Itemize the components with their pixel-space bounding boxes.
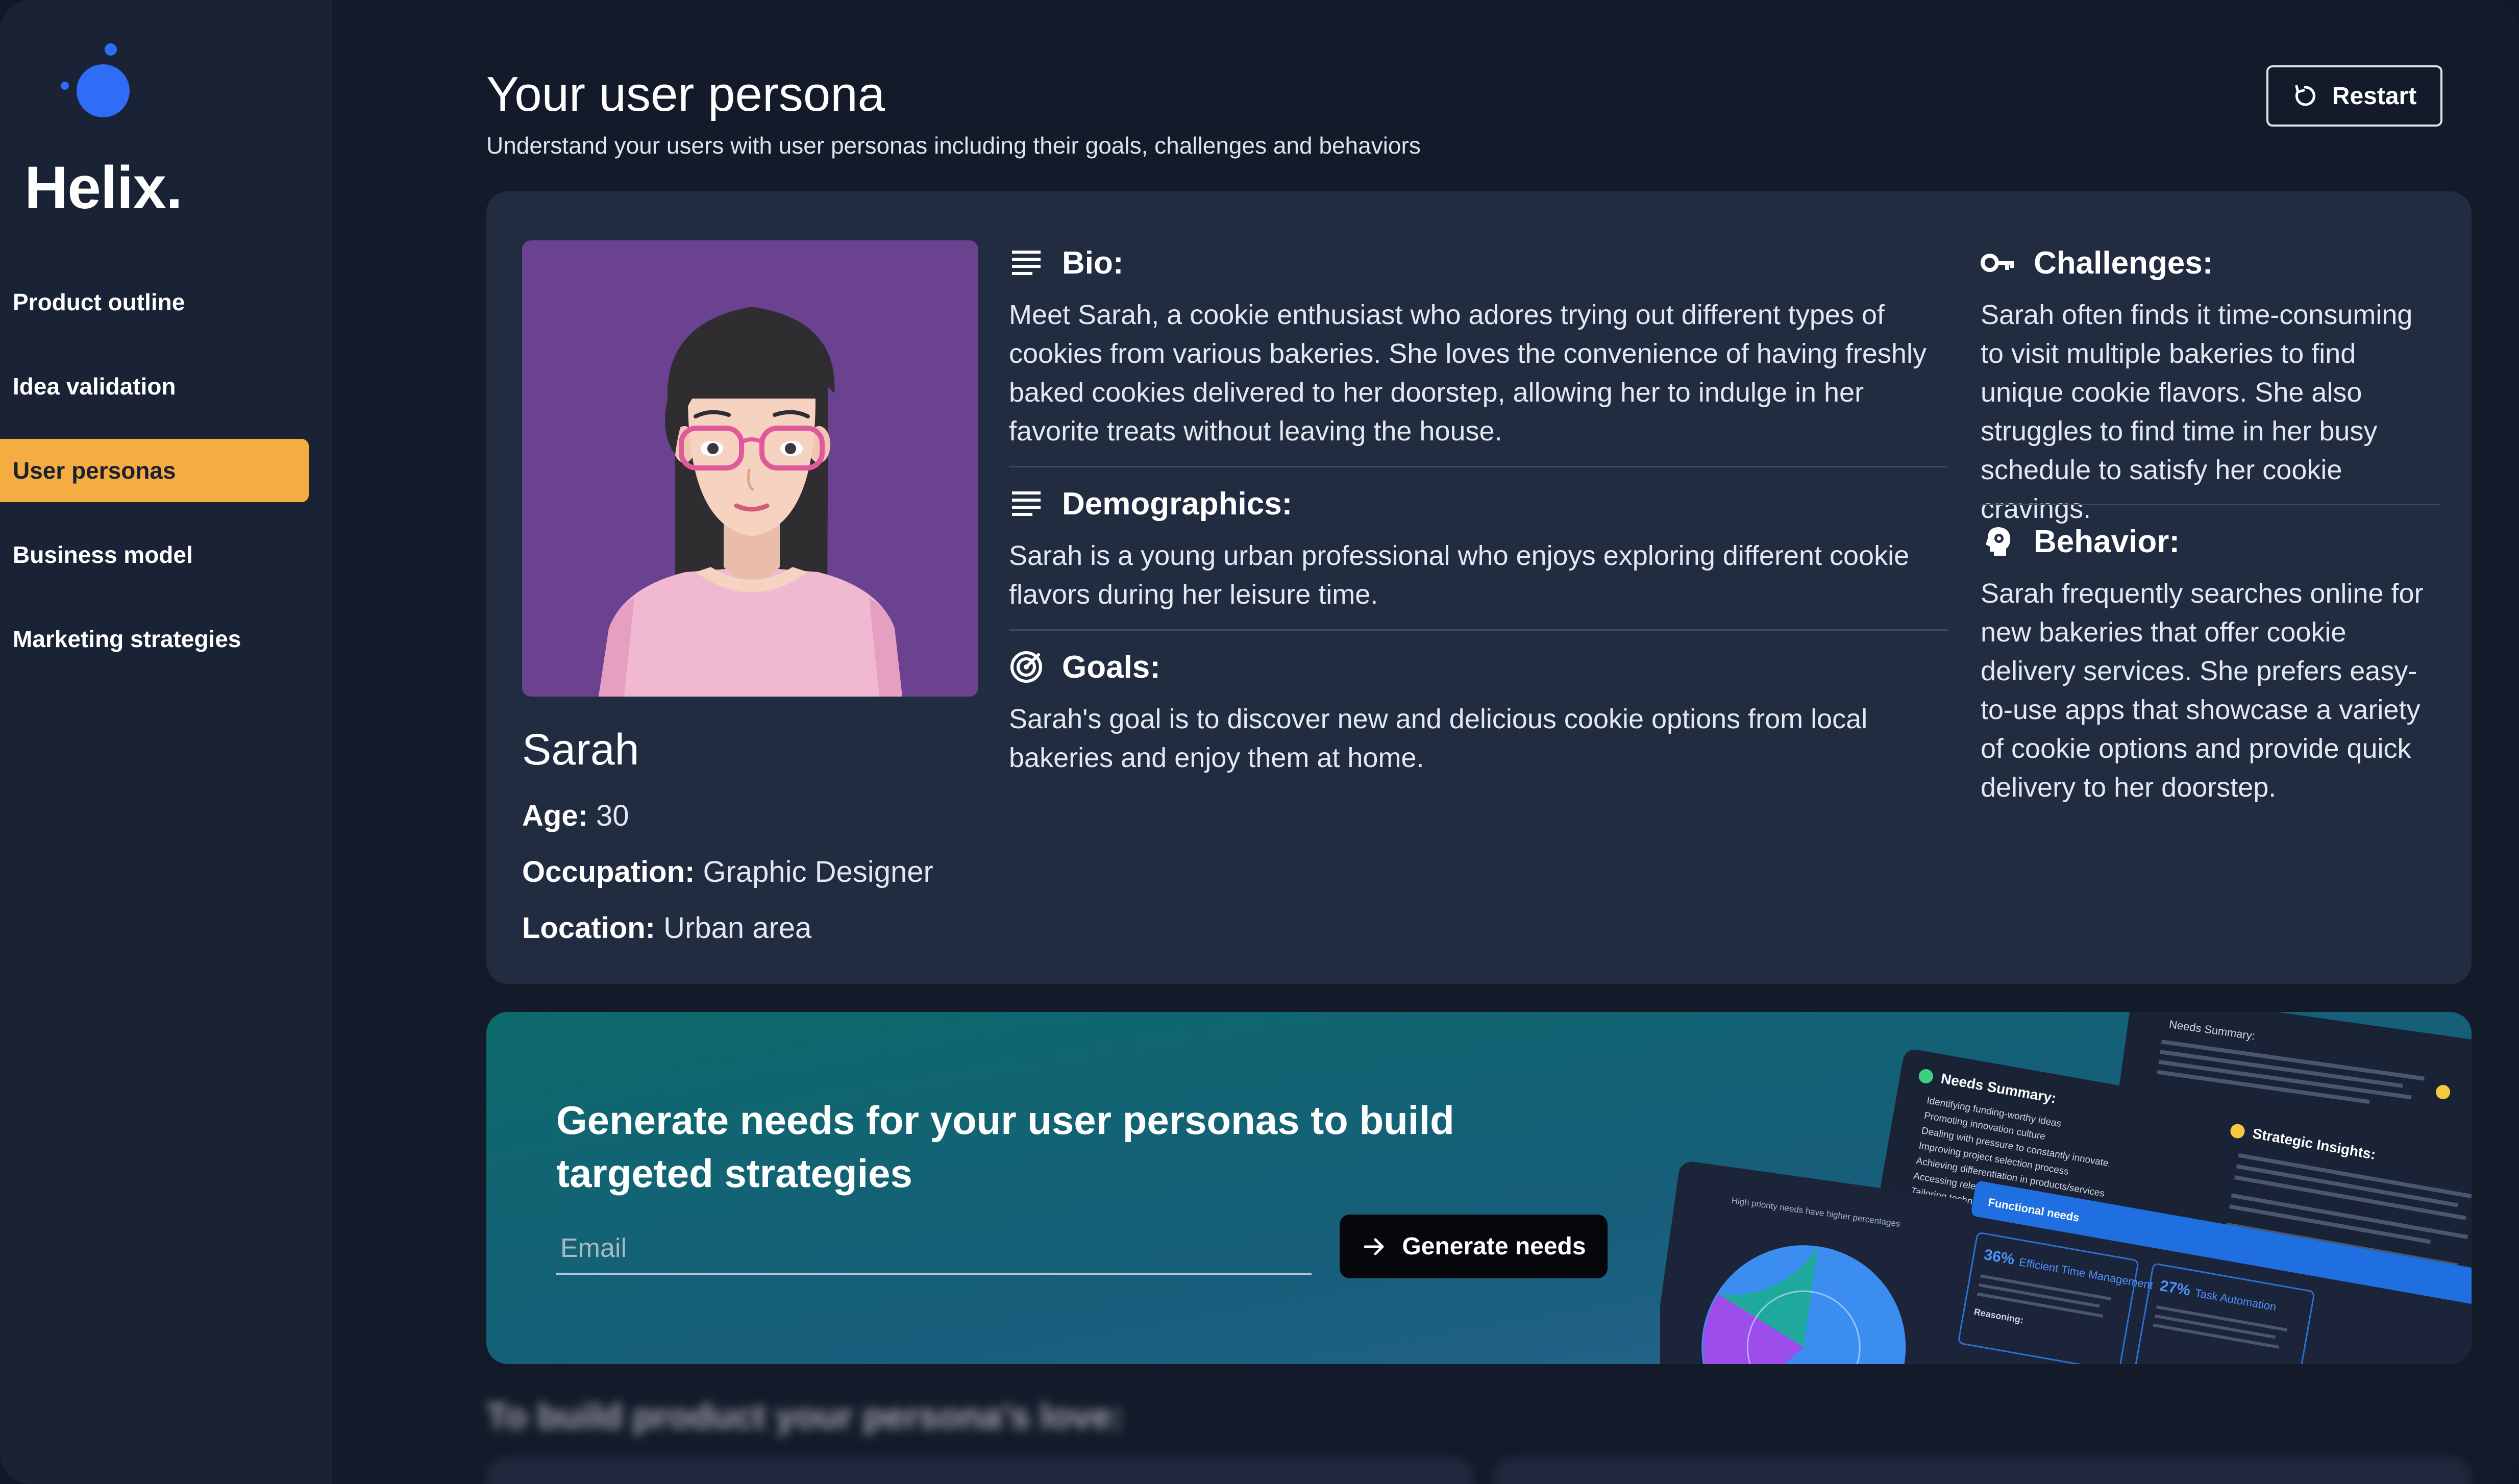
needs-preview-collage: Needs Summary: Needs Summary: Identifyin… (1660, 1012, 2472, 1364)
sidebar-nav: Product outline Idea validation User per… (0, 270, 309, 691)
persona-age: Age: 30 (522, 799, 629, 833)
bio-text: Meet Sarah, a cookie enthusiast who ador… (1009, 300, 1927, 447)
generate-needs-button[interactable]: Generate needs (1340, 1215, 1608, 1278)
goals-title: Goals: (1062, 649, 1160, 685)
persona-occupation: Occupation: Graphic Designer (522, 855, 933, 889)
helix-logo-icon (61, 43, 130, 117)
sidebar-item-marketing-strategies[interactable]: Marketing strategies (0, 607, 309, 671)
behavior-text: Sarah frequently searches online for new… (1981, 578, 2424, 803)
teaser-card (1493, 1457, 2472, 1484)
challenges-text: Sarah often finds it time-consuming to v… (1981, 300, 2413, 524)
banner-title: Generate needs for your user personas to… (556, 1098, 1454, 1196)
challenges-section: Challenges: Sarah often finds it time-co… (1981, 242, 2440, 528)
restart-label: Restart (2332, 82, 2417, 110)
sidebar-item-business-model[interactable]: Business model (0, 523, 309, 586)
field-label: Occupation: (522, 855, 695, 888)
goals-section: Goals: Sarah's goal is to discover new a… (1009, 647, 1948, 777)
field-value: Graphic Designer (703, 855, 933, 888)
demographics-section: Demographics: Sarah is a young urban pro… (1009, 483, 1948, 614)
refresh-icon (2295, 85, 2315, 106)
persona-location: Location: Urban area (522, 911, 811, 945)
head-gear-icon (1986, 527, 2010, 556)
text-lines-icon (1012, 491, 1041, 516)
teaser-card (486, 1457, 1474, 1484)
field-label: Location: (522, 911, 655, 945)
goals-text: Sarah's goal is to discover new and deli… (1009, 704, 1868, 773)
bio-section: Bio: Meet Sarah, a cookie enthusiast who… (1009, 242, 1948, 451)
page-title: Your user persona (486, 67, 885, 121)
bio-title: Bio: (1062, 245, 1124, 281)
arrow-right-icon (1364, 1238, 1384, 1255)
key-icon (1981, 254, 2014, 272)
challenges-title: Challenges: (2034, 245, 2213, 281)
sidebar-item-product-outline[interactable]: Product outline (0, 270, 309, 334)
persona-name: Sarah (522, 725, 639, 774)
field-value: Urban area (663, 911, 812, 945)
avatar-illustration (522, 240, 978, 697)
sidebar-item-idea-validation[interactable]: Idea validation (0, 355, 309, 418)
email-field[interactable] (556, 1224, 1312, 1275)
text-lines-icon (1012, 251, 1041, 275)
generate-needs-label: Generate needs (1402, 1233, 1586, 1260)
field-value: 30 (596, 799, 629, 832)
divider (1009, 629, 1948, 631)
target-icon (1010, 651, 1042, 683)
sidebar-item-user-personas[interactable]: User personas (0, 439, 309, 502)
demographics-title: Demographics: (1062, 486, 1293, 522)
divider (1009, 466, 1948, 467)
divider (1981, 504, 2440, 505)
field-label: Age: (522, 799, 588, 832)
persona-card: Sarah Age: 30 Occupation: Graphic Design… (486, 191, 2472, 984)
demographics-text: Sarah is a young urban professional who … (1009, 540, 1910, 610)
sidebar: Helix. Product outline Idea validation U… (0, 0, 332, 1484)
behavior-title: Behavior: (2034, 524, 2180, 559)
generate-needs-banner: Generate needs for your user personas to… (486, 1012, 2472, 1364)
page-subtitle: Understand your users with user personas… (486, 132, 1421, 159)
app-window: Helix. Product outline Idea validation U… (0, 0, 2519, 1484)
brand-name: Helix. (24, 154, 183, 221)
behavior-section: Behavior: Sarah frequently searches onli… (1981, 521, 2440, 807)
teaser-title: To build product your persona's love: (486, 1396, 1124, 1436)
persona-avatar (522, 240, 978, 697)
main-content: Your user persona Understand your users … (332, 0, 2519, 1484)
restart-button[interactable]: Restart (2266, 65, 2442, 127)
